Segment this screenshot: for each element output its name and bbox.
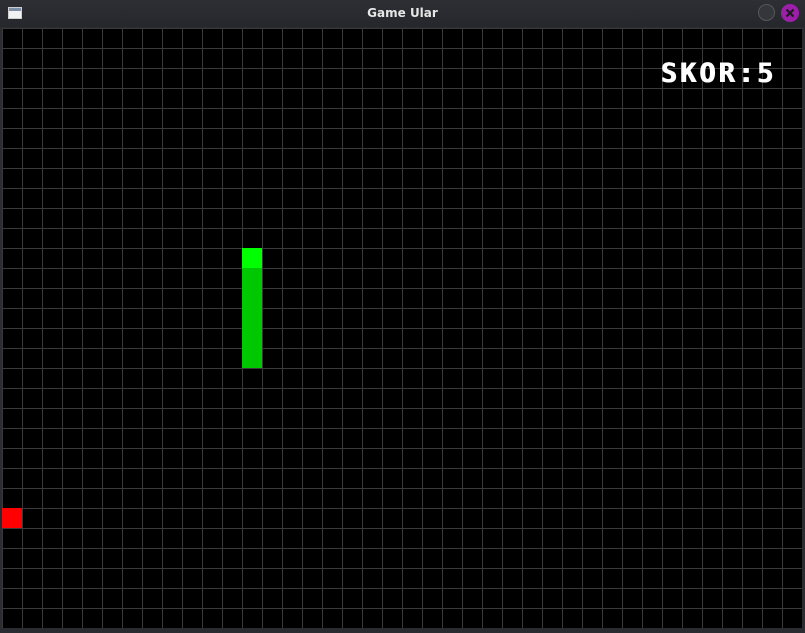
snake-body-segment	[242, 308, 262, 328]
minimize-button[interactable]	[758, 4, 775, 21]
snake-body-segment	[242, 288, 262, 308]
snake-body-segment	[242, 268, 262, 288]
window-title: Game Ular	[367, 6, 438, 20]
close-icon	[785, 8, 795, 18]
snake-head	[242, 248, 262, 268]
snake-body-segment	[242, 348, 262, 368]
score-display: SKOR:5	[660, 58, 776, 89]
snake-body-segment	[242, 328, 262, 348]
game-board[interactable]: SKOR:5	[2, 28, 802, 628]
app-window: Game Ular SKOR:5	[0, 0, 805, 633]
food-item	[2, 508, 22, 528]
close-button[interactable]	[781, 4, 799, 22]
title-bar[interactable]: Game Ular	[0, 0, 805, 27]
